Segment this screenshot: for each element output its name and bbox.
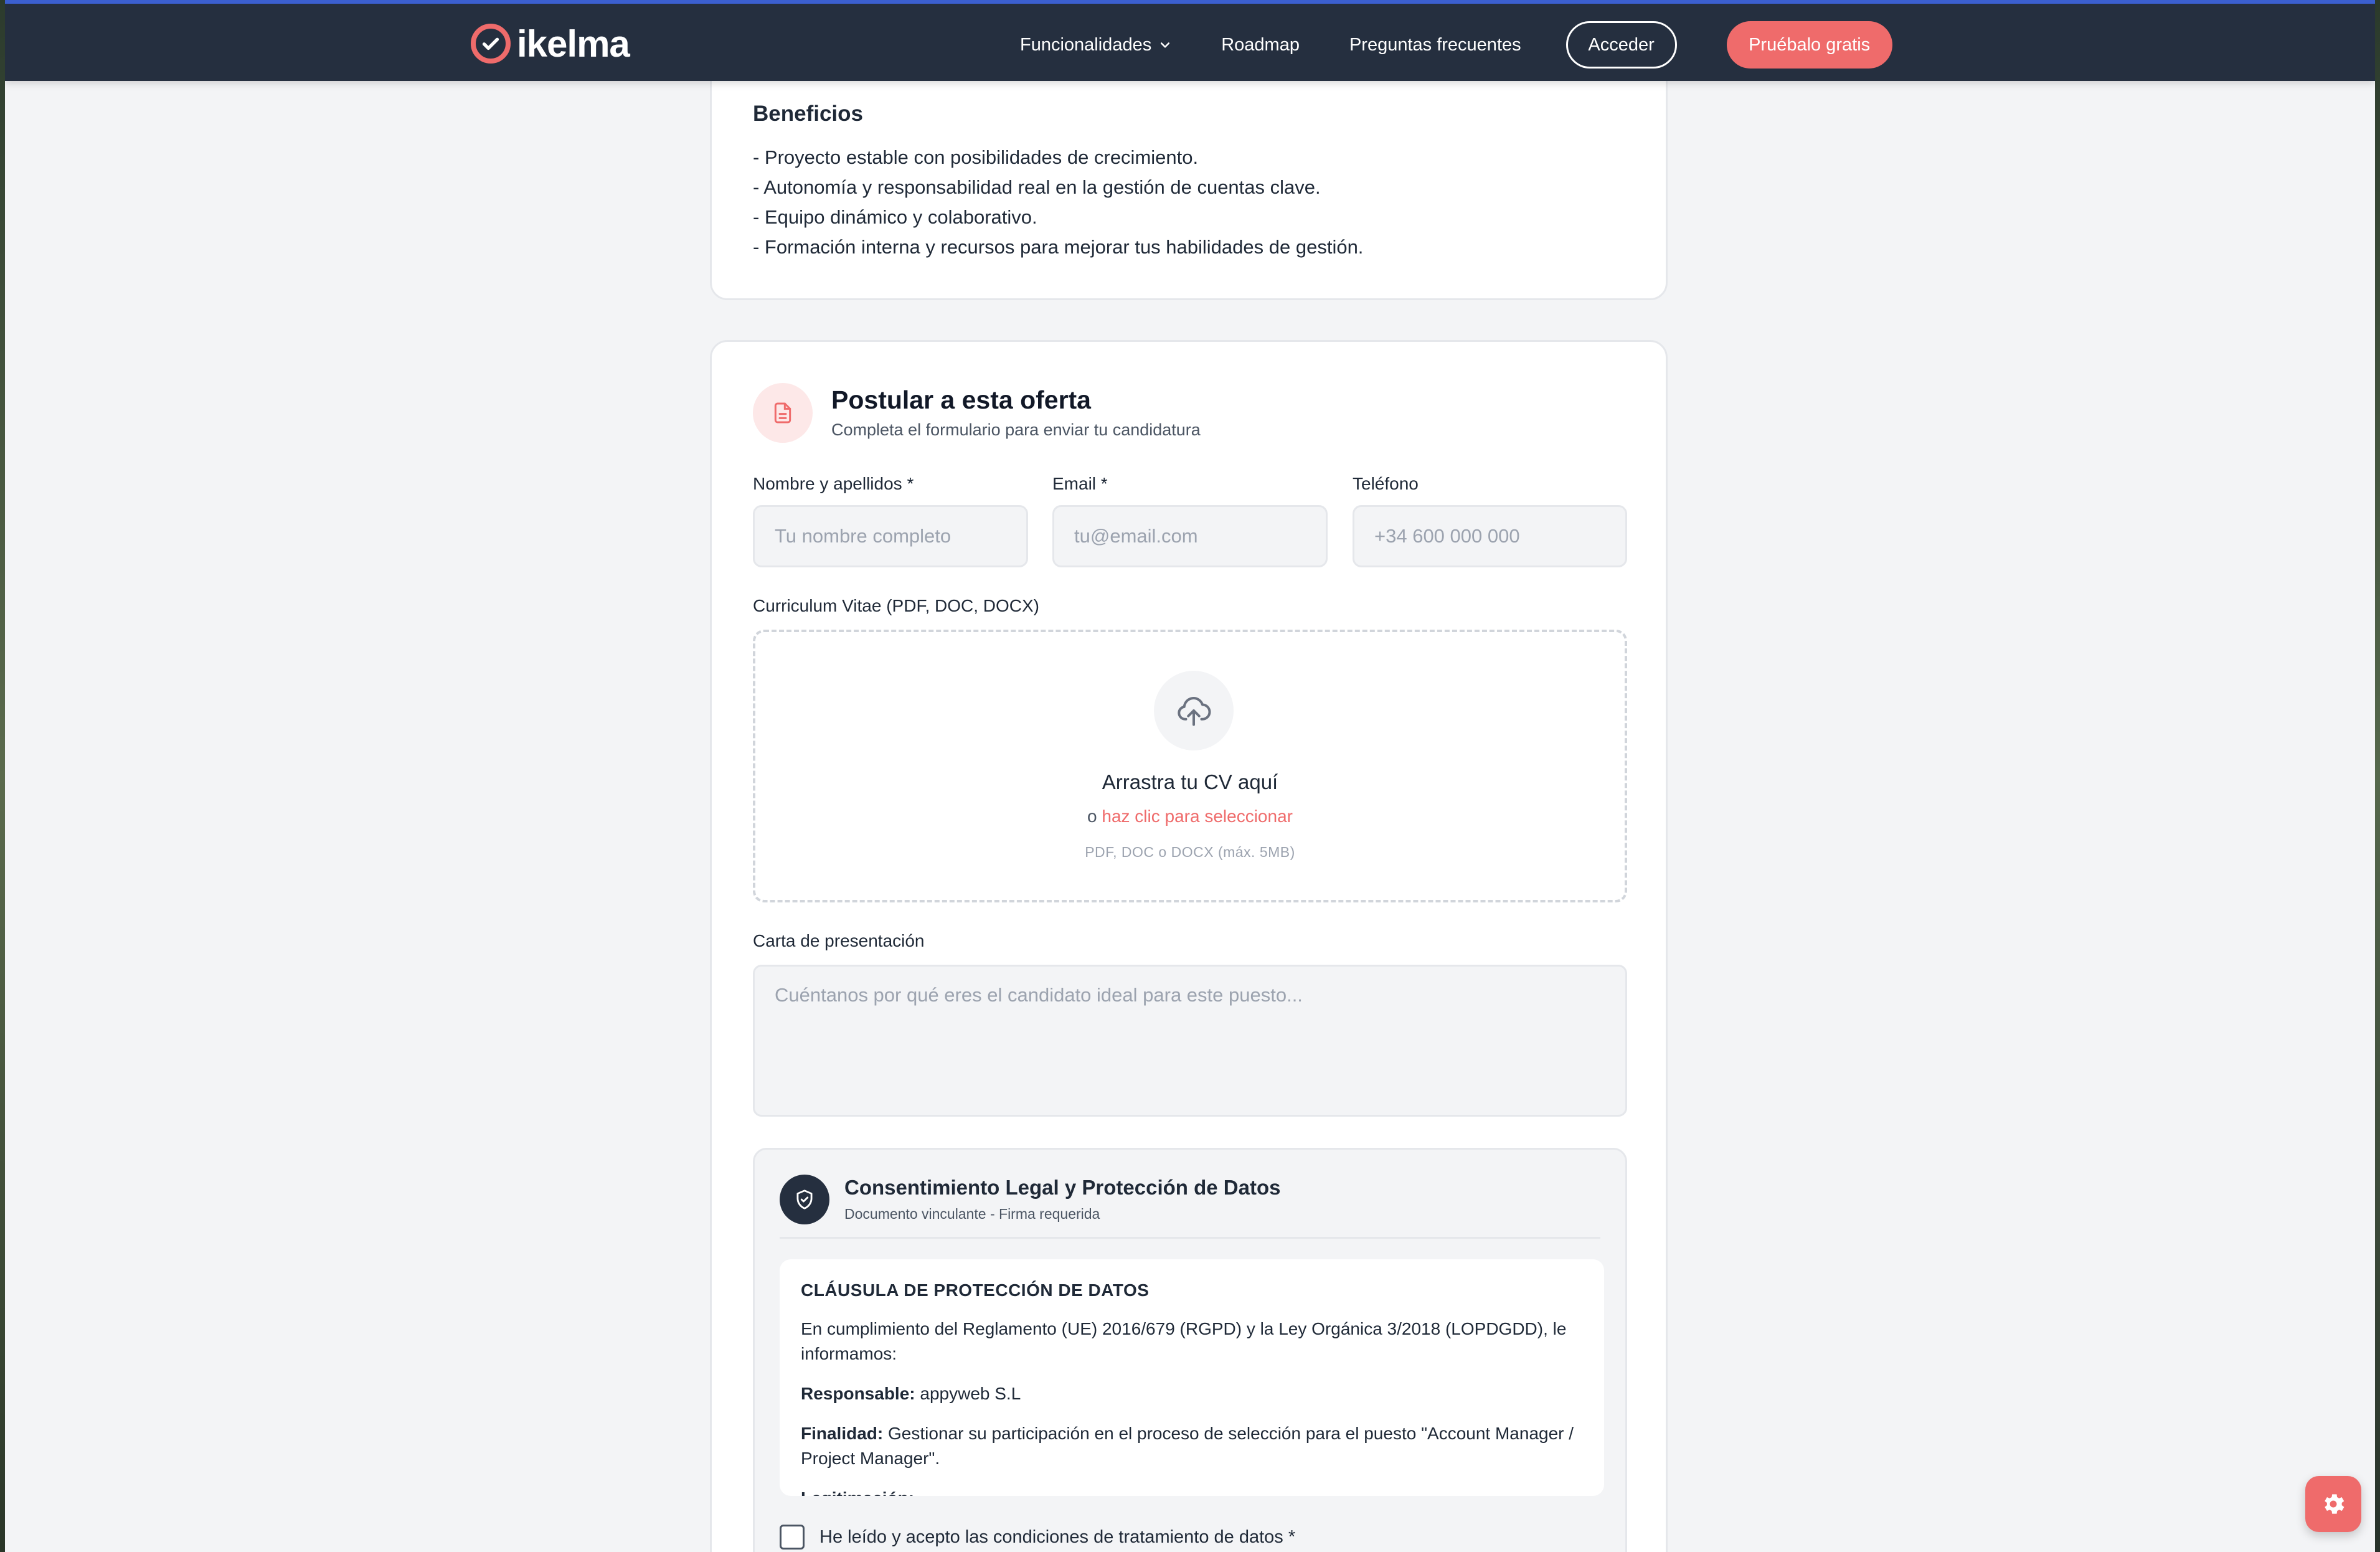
phone-input[interactable]: [1353, 505, 1627, 567]
gear-icon: [2325, 1494, 2345, 1514]
legitimation-label: Legitimación:: [801, 1488, 914, 1496]
nav-features-label: Funcionalidades: [1020, 34, 1152, 55]
background-right-edge: [2375, 0, 2380, 1552]
form-subtitle: Completa el formulario para enviar tu ca…: [831, 420, 1201, 439]
shield-check-icon: [780, 1175, 829, 1224]
cv-label: Curriculum Vitae (PDF, DOC, DOCX): [753, 596, 1040, 615]
email-input[interactable]: [1052, 505, 1328, 567]
form-title: Postular a esta oferta: [831, 386, 1091, 414]
document-icon: [753, 383, 813, 443]
legal-title: Consentimiento Legal y Protección de Dat…: [844, 1176, 1281, 1199]
logo-text: ikelma: [517, 22, 630, 65]
nav-menu: Funcionalidades Roadmap Preguntas frecue…: [1020, 21, 1892, 69]
cover-letter-input[interactable]: [753, 965, 1627, 1117]
consent-text: He leído y acepto las condiciones de tra…: [819, 1526, 1296, 1547]
responsible-label: Responsable:: [801, 1384, 915, 1403]
free-trial-button[interactable]: Pruébalo gratis: [1726, 21, 1892, 69]
cv-dropzone[interactable]: Arrastra tu CV aquí o haz clic para sele…: [753, 630, 1627, 902]
dropzone-subtitle: o haz clic para seleccionar: [755, 807, 1625, 826]
nav-faq[interactable]: Preguntas frecuentes: [1349, 35, 1521, 55]
chevron-down-icon: [1161, 42, 1170, 48]
settings-button[interactable]: [2305, 1476, 2361, 1532]
name-input[interactable]: [753, 505, 1028, 567]
nav-features[interactable]: Funcionalidades: [1020, 35, 1171, 55]
benefits-list: - Proyecto estable con posibilidades de …: [753, 143, 1363, 262]
phone-label: Teléfono: [1353, 474, 1419, 493]
login-button[interactable]: Acceder: [1565, 21, 1677, 69]
clause-legitimation: Legitimación:: [801, 1486, 1583, 1496]
list-item: - Formación interna y recursos para mejo…: [753, 236, 1364, 258]
page: ikelma Funcionalidades Roadmap Preguntas…: [5, 0, 2375, 1552]
dropzone-title: Arrastra tu CV aquí: [1102, 770, 1278, 793]
logo[interactable]: ikelma: [471, 21, 630, 66]
clause-responsible: Responsable: appyweb S.L: [801, 1381, 1583, 1406]
purpose-value: Gestionar su participación en el proceso…: [801, 1424, 1574, 1468]
legal-consent-box: Consentimiento Legal y Protección de Dat…: [753, 1148, 1627, 1552]
benefits-card: Beneficios - Proyecto estable con posibi…: [710, 50, 1668, 300]
data-protection-clause[interactable]: CLÁUSULA DE PROTECCIÓN DE DATOS En cumpl…: [780, 1259, 1604, 1496]
consent-row[interactable]: He leído y acepto las condiciones de tra…: [780, 1525, 1295, 1550]
cover-letter-label: Carta de presentación: [753, 931, 925, 950]
clause-purpose: Finalidad: Gestionar su participación en…: [801, 1421, 1583, 1471]
divider: [780, 1237, 1600, 1239]
name-label: Nombre y apellidos *: [753, 474, 914, 493]
select-file-link[interactable]: haz clic para seleccionar: [1102, 807, 1293, 826]
responsible-value: appyweb S.L: [915, 1384, 1021, 1403]
cloud-upload-icon: [1154, 671, 1234, 750]
dropzone-or: o: [1087, 807, 1102, 826]
clause-intro: En cumplimiento del Reglamento (UE) 2016…: [801, 1319, 1567, 1363]
purpose-label: Finalidad:: [801, 1424, 884, 1443]
check-circle-icon: [471, 24, 511, 64]
list-item: - Autonomía y responsabilidad real en la…: [753, 176, 1321, 198]
consent-checkbox[interactable]: [780, 1525, 805, 1550]
benefits-title: Beneficios: [753, 102, 863, 126]
list-item: - Equipo dinámico y colaborativo.: [753, 206, 1037, 228]
clause-title: CLÁUSULA DE PROTECCIÓN DE DATOS: [801, 1280, 1150, 1300]
legal-subtitle: Documento vinculante - Firma requerida: [844, 1206, 1100, 1222]
dropzone-hint: PDF, DOC o DOCX (máx. 5MB): [1085, 844, 1295, 860]
top-navbar: ikelma Funcionalidades Roadmap Preguntas…: [5, 0, 2375, 81]
background-left-edge: [0, 0, 5, 1552]
list-item: - Proyecto estable con posibilidades de …: [753, 146, 1199, 168]
email-label: Email *: [1052, 474, 1108, 493]
application-form-card: Postular a esta oferta Completa el formu…: [710, 340, 1668, 1552]
nav-roadmap[interactable]: Roadmap: [1221, 35, 1300, 55]
